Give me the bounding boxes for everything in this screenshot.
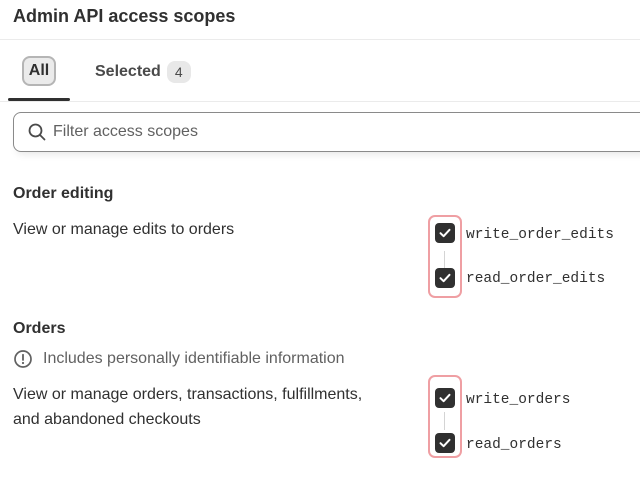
checkmark-icon: [439, 228, 451, 238]
checkbox-write-order-edits[interactable]: [435, 223, 455, 243]
tab-all[interactable]: All: [22, 56, 56, 86]
pii-notice-text: Includes personally identifiable informa…: [43, 350, 345, 367]
selected-count-badge: 4: [166, 61, 191, 83]
app-root: Admin API access scopes All Selected 4 O…: [0, 0, 640, 477]
active-tab-indicator: [8, 98, 70, 101]
scope-label-read-order-edits: read_order_edits: [466, 271, 606, 287]
checkbox-read-orders[interactable]: [435, 433, 455, 453]
scope-connector: [444, 251, 445, 269]
section-title-order-editing: Order editing: [13, 185, 114, 202]
checkmark-icon: [439, 438, 451, 448]
checkbox-read-order-edits[interactable]: [435, 268, 455, 288]
search-input[interactable]: [53, 113, 633, 151]
section-description-order-editing: View or manage edits to orders: [13, 221, 235, 238]
header: Admin API access scopes: [0, 0, 640, 40]
scope-label-write-orders: write_orders: [466, 392, 571, 408]
section-description-orders-line1: View or manage orders, transactions, ful…: [13, 386, 363, 403]
tab-selected-label: Selected: [95, 63, 161, 80]
search-field[interactable]: [13, 112, 640, 152]
scope-label-read-orders: read_orders: [466, 437, 562, 453]
pii-notice: Includes personally identifiable informa…: [13, 349, 345, 369]
page-title: Admin API access scopes: [13, 6, 236, 26]
checkbox-write-orders[interactable]: [435, 388, 455, 408]
alert-circle-icon: [14, 350, 32, 368]
scope-connector: [444, 412, 445, 430]
section-title-orders: Orders: [13, 320, 66, 337]
search-icon: [28, 123, 46, 141]
tab-selected[interactable]: Selected 4: [95, 60, 191, 84]
tab-bar: All Selected 4: [0, 40, 640, 102]
section-description-orders-line2: and abandoned checkouts: [13, 411, 201, 428]
checkmark-icon: [439, 393, 451, 403]
scope-label-write-order-edits: write_order_edits: [466, 227, 614, 243]
checkmark-icon: [439, 273, 451, 283]
